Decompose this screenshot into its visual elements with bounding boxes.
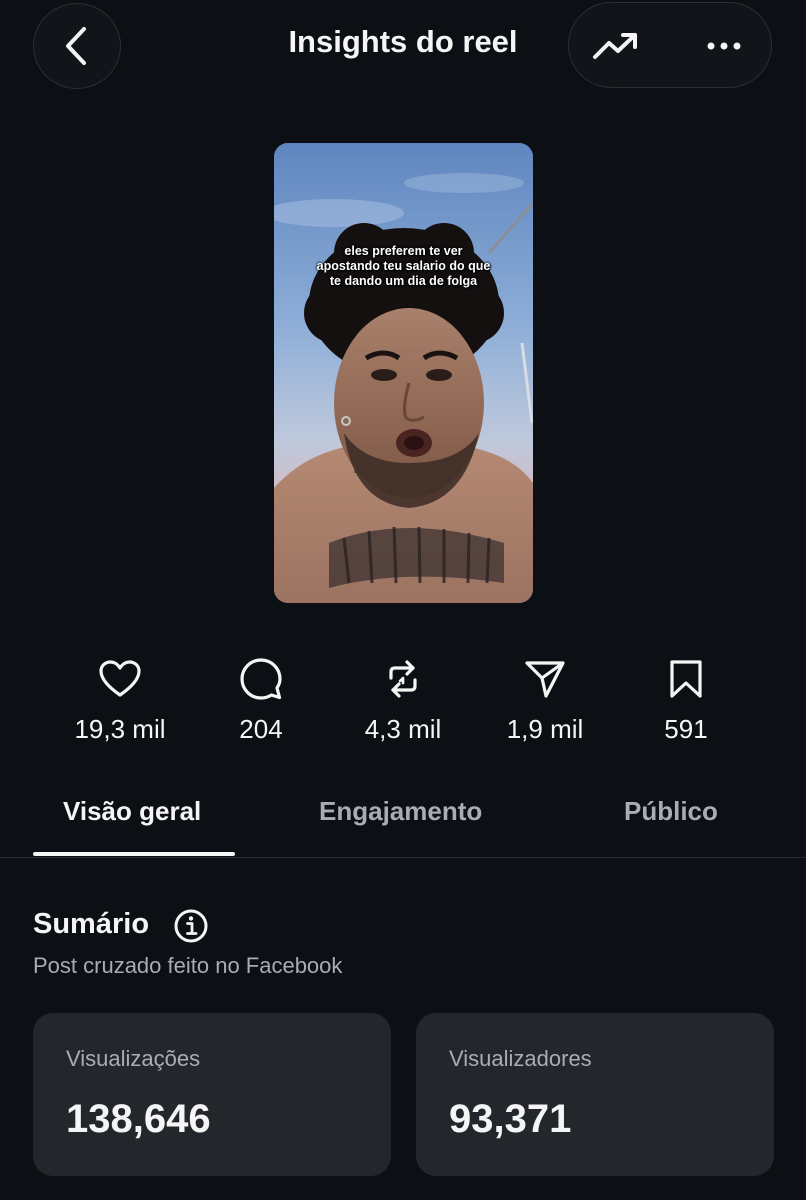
heart-icon [99,660,141,697]
info-icon [174,909,208,943]
caption-line: apostando teu salario do que [316,259,491,273]
viewers-card[interactable]: Visualizadores 93,371 [416,1013,774,1176]
send-icon [525,661,565,698]
shares-count: 1,9 mil [506,714,584,744]
stat-saves[interactable]: 591 [616,656,756,745]
bookmark-icon [670,660,702,698]
caption-line: eles preferem te ver [344,244,463,258]
summary-subtitle: Post cruzado feito no Facebook [33,953,343,978]
viewers-label: Visualizadores [449,1046,592,1071]
reel-caption: eles preferem te ver apostando teu salar… [274,244,533,289]
trending-up-icon [593,33,637,59]
caption-line: te dando um dia de folga [329,274,478,288]
reposts-count: 4,3 mil [364,714,442,744]
repost-icon [389,660,417,698]
reel-thumbnail-image [274,143,533,603]
comments-count: 204 [239,714,283,744]
views-value: 138,646 [66,1097,211,1141]
stat-comments[interactable]: 204 [191,656,331,745]
likes-count: 19,3 mil [74,714,166,744]
views-label: Visualizações [66,1046,201,1071]
stat-shares[interactable]: 1,9 mil [475,656,615,745]
header-actions [568,2,772,88]
viewers-value: 93,371 [449,1097,572,1141]
tab-divider [0,857,806,858]
comment-icon [240,658,282,700]
reel-thumbnail[interactable]: eles preferem te ver apostando teu salar… [274,143,533,603]
stat-likes[interactable]: 19,3 mil [50,656,190,745]
tab-audience[interactable]: Público [624,796,718,827]
tab-overview[interactable]: Visão geral [63,796,201,827]
stat-reposts[interactable]: 4,3 mil [333,656,473,745]
summary-title: Sumário [33,908,150,940]
more-options-button[interactable] [697,19,751,73]
views-card[interactable]: Visualizações 138,646 [33,1013,391,1176]
more-horizontal-icon [707,42,741,50]
active-tab-indicator [33,852,235,856]
info-button[interactable] [173,908,209,944]
tab-engagement[interactable]: Engajamento [319,796,482,827]
trend-button[interactable] [589,19,643,73]
saves-count: 591 [664,714,708,744]
